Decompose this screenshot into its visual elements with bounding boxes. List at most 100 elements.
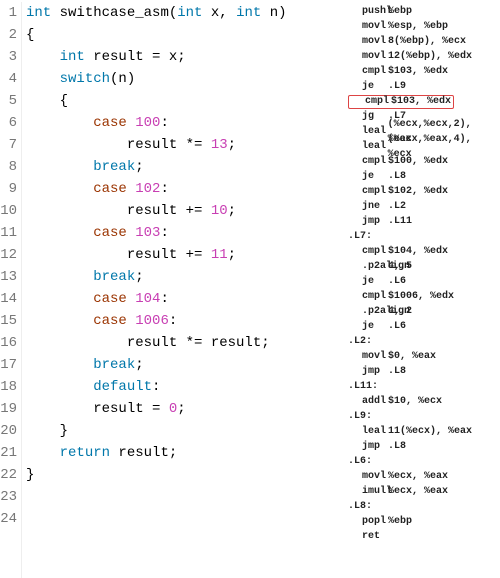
asm-instruction: je.L6 [348, 319, 500, 334]
line-number: 12 [0, 244, 17, 266]
asm-label: .L9: [348, 409, 500, 424]
line-number: 24 [0, 508, 17, 530]
asm-operands: .L11 [388, 214, 412, 229]
asm-mnemonic: je [348, 274, 388, 289]
asm-mnemonic: jmp [348, 214, 388, 229]
asm-operands: .L8 [388, 169, 406, 184]
line-number: 19 [0, 398, 17, 420]
line-number: 2 [0, 24, 17, 46]
asm-instruction: pushl%ebp [348, 4, 500, 19]
asm-instruction: movl12(%ebp), %edx [348, 49, 500, 64]
asm-operands: %ebp [388, 514, 412, 529]
asm-operands: %ebp [388, 4, 412, 19]
code-line: result = 0; [26, 398, 287, 420]
asm-instruction: cmpl$1006, %edx [348, 289, 500, 304]
asm-instruction: jmp.L8 [348, 439, 500, 454]
asm-mnemonic: leal [348, 124, 388, 139]
asm-mnemonic: jne [348, 199, 388, 214]
code-line: switch(n) [26, 68, 287, 90]
asm-mnemonic: imull [348, 484, 388, 499]
asm-operands: .L8 [388, 364, 406, 379]
highlighted-instruction: cmpl$103, %edx [348, 95, 454, 109]
code-line: { [26, 24, 287, 46]
asm-mnemonic: cmpl [348, 64, 388, 79]
line-number: 1 [0, 2, 17, 24]
asm-operands: $1006, %edx [388, 289, 454, 304]
code-line: default: [26, 376, 287, 398]
asm-mnemonic: leal [348, 424, 388, 439]
asm-label: .L8: [348, 499, 500, 514]
asm-operands: $100, %edx [388, 154, 448, 169]
line-number: 17 [0, 354, 17, 376]
asm-operands: $102, %edx [388, 184, 448, 199]
line-number: 7 [0, 134, 17, 156]
asm-operands: $103, %edx [391, 94, 451, 109]
asm-instruction: je.L6 [348, 274, 500, 289]
asm-instruction: je.L8 [348, 169, 500, 184]
asm-instruction: addl$10, %ecx [348, 394, 500, 409]
asm-instruction: .p2align4,,5 [348, 259, 500, 274]
source-code: int swithcase_asm(int x, int n){ int res… [22, 2, 287, 578]
asm-label: .L11: [348, 379, 500, 394]
asm-mnemonic: ret [348, 529, 388, 544]
assembly-listing: pushl%ebpmovl%esp, %ebpmovl8(%ebp), %ecx… [340, 0, 500, 578]
code-line: } [26, 420, 287, 442]
asm-instruction: cmpl$102, %edx [348, 184, 500, 199]
asm-instruction: imull%ecx, %eax [348, 484, 500, 499]
asm-mnemonic: cmpl [348, 289, 388, 304]
asm-mnemonic: jmp [348, 364, 388, 379]
line-number: 22 [0, 464, 17, 486]
code-line: return result; [26, 442, 287, 464]
asm-mnemonic: je [348, 169, 388, 184]
asm-operands: 12(%ebp), %edx [388, 49, 472, 64]
code-line: break; [26, 156, 287, 178]
asm-mnemonic: leal [348, 139, 388, 154]
line-number-gutter: 123456789101112131415161718192021222324 [0, 2, 22, 578]
asm-instruction: je.L9 [348, 79, 500, 94]
line-number: 10 [0, 200, 17, 222]
two-pane-container: 123456789101112131415161718192021222324 … [0, 0, 500, 578]
line-number: 3 [0, 46, 17, 68]
asm-instruction: movl8(%ebp), %ecx [348, 34, 500, 49]
asm-instruction: movl%ecx, %eax [348, 469, 500, 484]
asm-mnemonic: cmpl [348, 154, 388, 169]
asm-operands: %esp, %ebp [388, 19, 448, 34]
asm-operands: .L6 [388, 274, 406, 289]
line-number: 5 [0, 90, 17, 112]
line-number: 4 [0, 68, 17, 90]
code-line: case 103: [26, 222, 287, 244]
asm-operands: %ecx, %eax [388, 469, 448, 484]
asm-instruction: cmpl$104, %edx [348, 244, 500, 259]
asm-operands: .L9 [388, 79, 406, 94]
asm-instruction: jne.L2 [348, 199, 500, 214]
asm-instruction: movl%esp, %ebp [348, 19, 500, 34]
asm-mnemonic: jg [348, 109, 388, 124]
asm-operands: .L2 [388, 199, 406, 214]
asm-label: .L6: [348, 454, 500, 469]
line-number: 21 [0, 442, 17, 464]
asm-operands: 4,,5 [388, 259, 412, 274]
code-line: break; [26, 266, 287, 288]
asm-instruction: ret [348, 529, 500, 544]
asm-operands: .L6 [388, 319, 406, 334]
asm-operands: $104, %edx [388, 244, 448, 259]
asm-instruction: jmp.L11 [348, 214, 500, 229]
asm-mnemonic: movl [348, 349, 388, 364]
code-line: result += 11; [26, 244, 287, 266]
line-number: 20 [0, 420, 17, 442]
asm-mnemonic: pushl [348, 4, 388, 19]
asm-operands: 11(%ecx), %eax [388, 424, 472, 439]
code-line: case 100: [26, 112, 287, 134]
code-line: result *= 13; [26, 134, 287, 156]
code-line: int swithcase_asm(int x, int n) [26, 2, 287, 24]
code-line: case 102: [26, 178, 287, 200]
asm-mnemonic: .p2align [348, 304, 388, 319]
asm-mnemonic: jmp [348, 439, 388, 454]
asm-operands: 8(%ebp), %ecx [388, 34, 466, 49]
code-line: { [26, 90, 287, 112]
asm-mnemonic: movl [348, 49, 388, 64]
asm-operands: %ecx, %eax [388, 484, 448, 499]
asm-instruction: leal(%ecx,%eax,4), %ecx [348, 139, 500, 154]
code-line: case 104: [26, 288, 287, 310]
asm-operands: $103, %edx [388, 64, 448, 79]
